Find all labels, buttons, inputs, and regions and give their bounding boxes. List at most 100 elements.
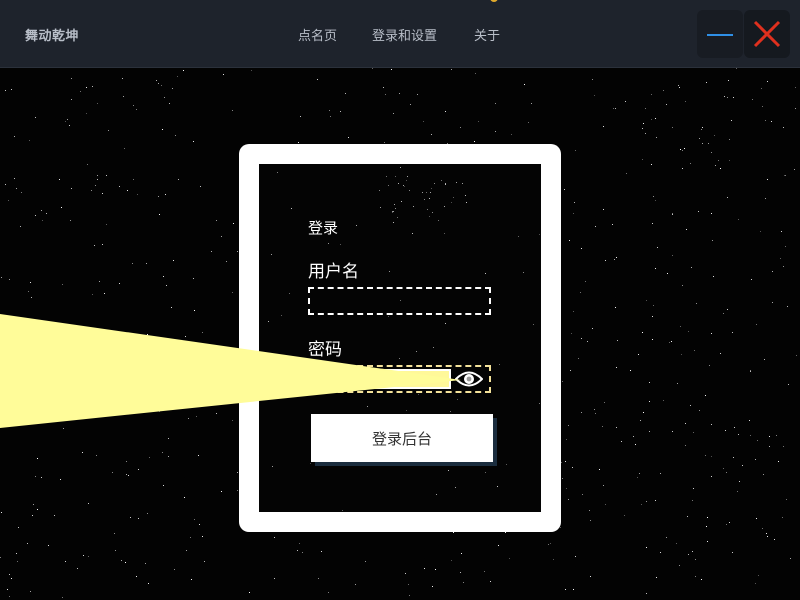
star-dot bbox=[695, 559, 696, 560]
username-input[interactable] bbox=[308, 287, 491, 315]
star-dot bbox=[342, 510, 343, 511]
star-dot bbox=[71, 78, 72, 79]
star-dot bbox=[573, 213, 574, 214]
close-button[interactable] bbox=[744, 10, 790, 58]
star-dot bbox=[453, 197, 454, 198]
star-dot bbox=[88, 503, 89, 504]
star-dot bbox=[474, 141, 475, 142]
star-dot bbox=[711, 456, 712, 457]
star-dot bbox=[20, 226, 21, 227]
star-dot bbox=[780, 258, 781, 259]
star-dot bbox=[451, 202, 452, 203]
star-dot bbox=[573, 589, 574, 590]
star-dot bbox=[216, 413, 217, 414]
star-dot bbox=[637, 477, 638, 478]
star-dot bbox=[725, 430, 726, 431]
star-dot bbox=[656, 137, 657, 138]
star-dot bbox=[159, 411, 160, 412]
star-dot bbox=[385, 94, 386, 95]
star-dot bbox=[750, 371, 751, 372]
star-dot bbox=[693, 432, 694, 433]
star-dot bbox=[656, 577, 657, 578]
star-dot bbox=[9, 279, 10, 280]
star-dot bbox=[690, 163, 691, 164]
star-dot bbox=[783, 127, 784, 128]
username-label: 用户名 bbox=[308, 262, 359, 282]
star-dot bbox=[348, 137, 349, 138]
star-dot bbox=[713, 276, 714, 277]
star-dot bbox=[457, 399, 458, 400]
star-dot bbox=[652, 316, 653, 317]
star-dot bbox=[640, 420, 641, 421]
star-dot bbox=[756, 324, 757, 325]
star-dot bbox=[714, 135, 715, 136]
star-dot bbox=[94, 245, 95, 246]
star-dot bbox=[680, 326, 681, 327]
nav-item-about[interactable]: 关于 bbox=[474, 25, 500, 44]
star-dot bbox=[466, 202, 467, 203]
star-dot bbox=[737, 491, 738, 492]
star-dot bbox=[582, 494, 583, 495]
star-dot bbox=[613, 108, 614, 109]
star-dot bbox=[649, 431, 650, 432]
star-dot bbox=[764, 359, 765, 360]
password-label: 密码 bbox=[308, 340, 342, 360]
star-dot bbox=[755, 459, 756, 460]
eye-icon[interactable] bbox=[455, 368, 483, 390]
star-dot bbox=[498, 545, 499, 546]
star-dot bbox=[198, 455, 199, 456]
star-dot bbox=[310, 463, 311, 464]
star-dot bbox=[572, 467, 573, 468]
star-dot bbox=[738, 434, 739, 435]
star-dot bbox=[175, 135, 176, 136]
star-dot bbox=[168, 438, 169, 439]
star-dot bbox=[643, 412, 644, 413]
star-dot bbox=[511, 134, 512, 135]
star-dot bbox=[729, 522, 730, 523]
star-dot bbox=[575, 556, 576, 557]
star-dot bbox=[416, 351, 417, 352]
star-dot bbox=[566, 439, 567, 440]
star-dot bbox=[14, 136, 15, 137]
star-dot bbox=[646, 547, 647, 548]
star-dot bbox=[616, 257, 617, 258]
star-dot bbox=[132, 263, 133, 264]
star-dot bbox=[291, 208, 292, 209]
star-dot bbox=[724, 96, 725, 97]
star-dot bbox=[158, 83, 159, 84]
nav-item-roll-call[interactable]: 点名页 bbox=[298, 25, 337, 44]
star-dot bbox=[1, 396, 2, 397]
star-dot bbox=[166, 285, 167, 286]
star-dot bbox=[612, 224, 613, 225]
star-dot bbox=[708, 143, 709, 144]
star-dot bbox=[237, 472, 238, 473]
star-dot bbox=[124, 148, 125, 149]
star-dot bbox=[164, 97, 165, 98]
login-submit-button[interactable]: 登录后台 bbox=[311, 414, 493, 462]
star-dot bbox=[136, 576, 137, 577]
star-dot bbox=[194, 519, 195, 520]
star-dot bbox=[87, 164, 88, 165]
star-dot bbox=[453, 532, 454, 533]
star-dot bbox=[91, 396, 92, 397]
star-dot bbox=[11, 89, 12, 90]
star-dot bbox=[147, 334, 148, 335]
star-dot bbox=[237, 490, 238, 491]
star-dot bbox=[356, 225, 357, 226]
star-dot bbox=[133, 179, 134, 180]
star-dot bbox=[732, 332, 733, 333]
password-input[interactable] bbox=[314, 371, 449, 387]
star-dot bbox=[436, 494, 437, 495]
star-dot bbox=[424, 199, 425, 200]
star-dot bbox=[179, 362, 180, 363]
star-dot bbox=[268, 321, 269, 322]
star-dot bbox=[5, 90, 6, 91]
nav-item-login-settings[interactable]: 登录和设置 bbox=[372, 25, 437, 44]
star-dot bbox=[711, 213, 712, 214]
star-dot bbox=[125, 562, 126, 563]
star-dot bbox=[119, 186, 120, 187]
star-dot bbox=[372, 68, 373, 69]
star-dot bbox=[660, 552, 661, 553]
minimize-button[interactable] bbox=[697, 10, 743, 58]
star-dot bbox=[99, 281, 100, 282]
